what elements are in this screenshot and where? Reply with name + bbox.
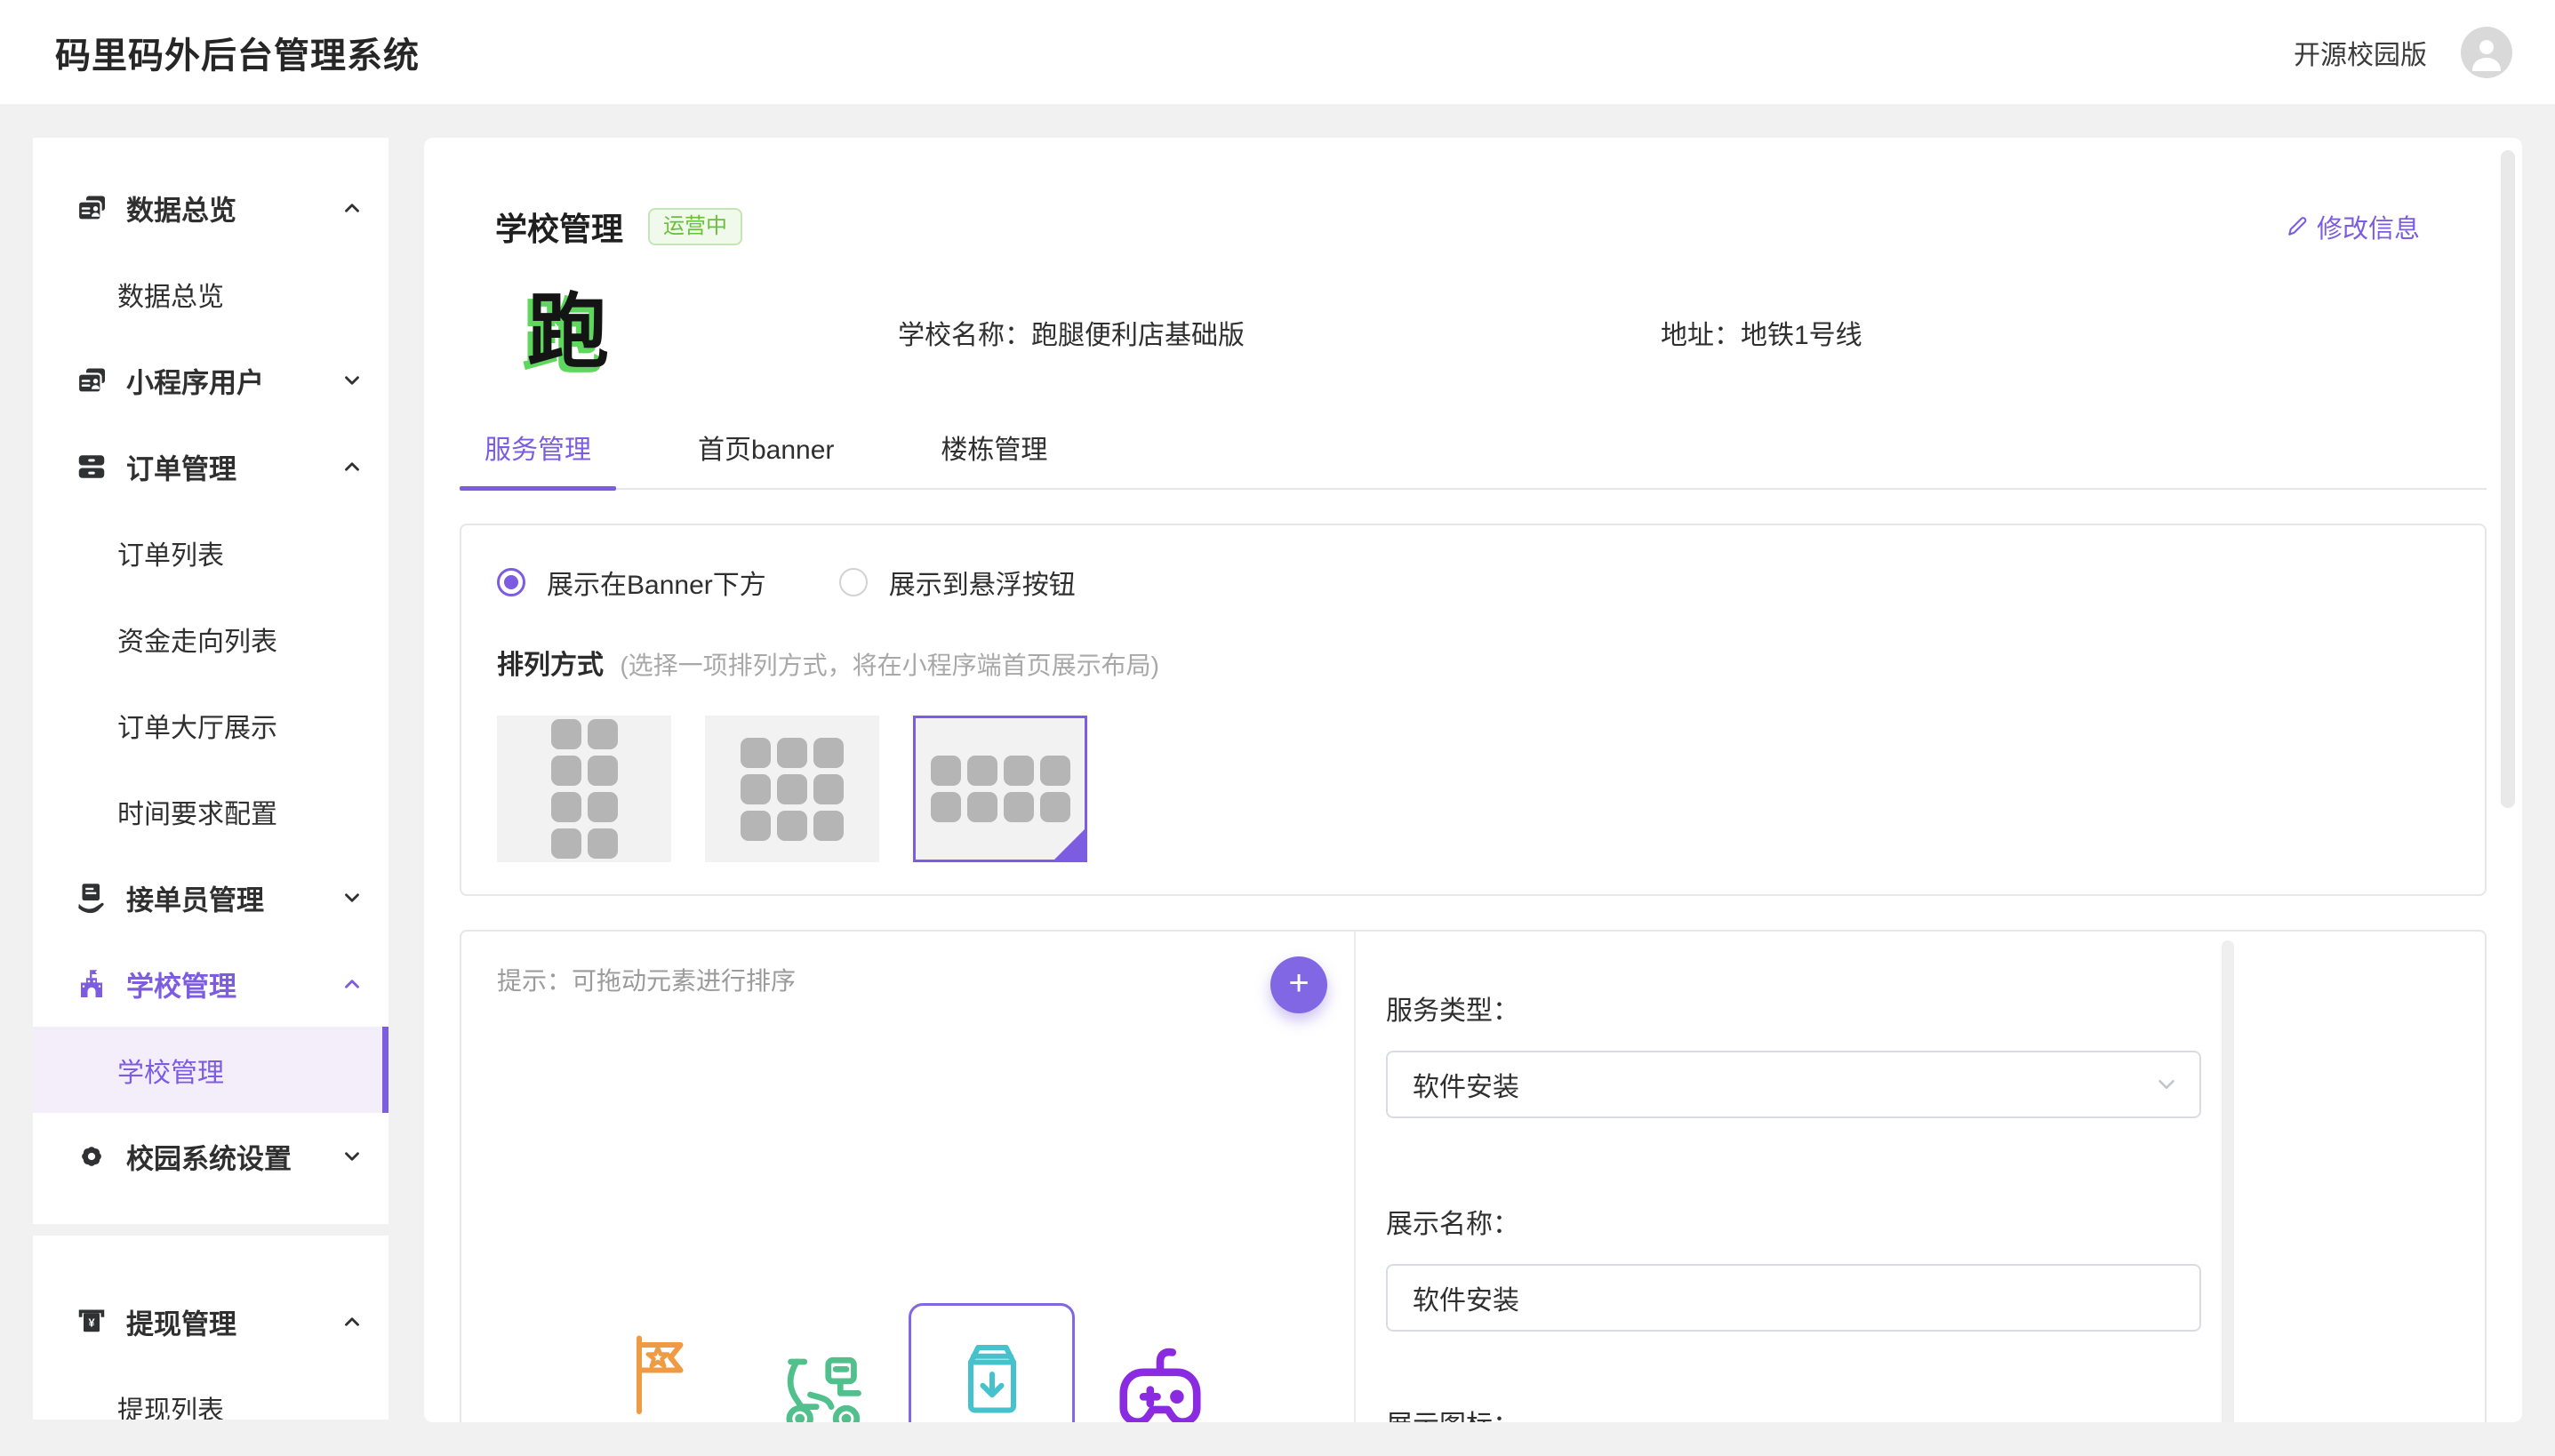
service-sort-section: 提示：可拖动元素进行排序 + 服务类型： 软件安装 展示名称： 软件安装 展示图… [460,930,2487,1422]
sidebar: 数据总览 数据总览 小程序用户 订单管理 订单列表 资金走向列表 订单大厅展示 … [33,138,388,1420]
display-name-input[interactable]: 软件安装 [1386,1264,2201,1332]
sidebar-item-campus-settings[interactable]: 校园系统设置 [33,1113,388,1199]
sidebar-subitem-order-list[interactable]: 订单列表 [33,509,388,596]
sidebar-spacer [33,1199,388,1224]
hand-document-icon [76,882,108,914]
layout-mode-hint: (选择一项排列方式，将在小程序端首页展示布局) [620,652,1159,679]
school-icon [76,968,108,1000]
sidebar-spacer [33,1236,388,1278]
edition-label: 开源校园版 [2294,33,2427,72]
service-type-select[interactable]: 软件安装 [1386,1051,2201,1118]
main-content: 学校管理 运营中 修改信息 跑 学校名称：跑腿便利店基础版 地址：地铁1号线 服… [424,138,2522,1422]
school-address: 地址：地铁1号线 [1661,313,1862,352]
school-logo: 跑 [525,289,612,376]
sidebar-item-data-overview[interactable]: 数据总览 [33,164,388,251]
scooter-icon[interactable] [774,1342,870,1422]
service-form-pane: 服务类型： 软件安装 展示名称： 软件安装 展示图标： [1356,932,2485,1422]
sidebar-item-order-management[interactable]: 订单管理 [33,423,388,509]
tab-bar: 服务管理 首页banner 楼栋管理 [460,428,2487,490]
radio-floating-button[interactable] [839,568,868,596]
layout-option-2col[interactable] [497,716,671,862]
form-scrollbar[interactable] [2222,940,2234,1422]
add-service-button[interactable]: + [1270,956,1327,1013]
status-badge: 运营中 [648,208,742,245]
chevron-down-icon [340,369,364,392]
sidebar-item-school-management[interactable]: 学校管理 [33,940,388,1027]
chevron-up-icon [340,196,364,220]
id-card-icon [76,364,108,396]
sidebar-subitem-order-hall[interactable]: 订单大厅展示 [33,682,388,768]
sidebar-subitem-time-config[interactable]: 时间要求配置 [33,768,388,854]
drag-hint: 提示：可拖动元素进行排序 [497,962,1354,997]
chevron-down-icon [340,1145,364,1168]
display-icon-label: 展示图标： [1386,1403,2485,1422]
drag-sort-pane: 提示：可拖动元素进行排序 + [461,932,1356,1422]
chevron-up-icon [340,455,364,478]
flag-icon[interactable] [618,1332,703,1417]
radio-banner-below[interactable] [497,568,525,596]
topbar: 码里码外后台管理系统 开源校园版 [0,0,2555,104]
service-type-label: 服务类型： [1386,988,2485,1028]
layout-option-3col[interactable] [705,716,879,862]
person-icon [2465,31,2508,74]
select-caret-icon [2153,1071,2180,1098]
selected-service-frame[interactable] [909,1303,1075,1422]
school-name: 学校名称：跑腿便利店基础版 [898,313,1245,352]
chevron-up-icon [340,972,364,996]
layout-option-4col[interactable] [913,716,1087,862]
sidebar-subitem-school-management[interactable]: 学校管理 [33,1027,388,1113]
grid-2col-preview [551,719,618,859]
app-title: 码里码外后台管理系统 [55,27,420,78]
drawer-icon [76,451,108,483]
tab-building-management[interactable]: 楼栋管理 [916,428,1072,488]
sidebar-subitem-data-overview[interactable]: 数据总览 [33,251,388,337]
pencil-icon [2285,214,2310,239]
tab-home-banner[interactable]: 首页banner [673,428,859,488]
id-card-icon [76,192,108,224]
grid-3col-preview [741,738,844,841]
grid-4col-preview [931,756,1070,822]
sidebar-item-courier-management[interactable]: 接单员管理 [33,854,388,940]
sidebar-item-withdraw-management[interactable]: 提现管理 [33,1278,388,1364]
page-title: 学校管理 [495,204,623,250]
withdraw-icon [76,1306,108,1338]
radio-banner-below-label[interactable]: 展示在Banner下方 [547,563,766,602]
edit-info-link[interactable]: 修改信息 [2285,208,2420,245]
sidebar-subitem-withdraw-list[interactable]: 提现列表 [33,1364,388,1420]
box-download-icon [949,1334,1035,1420]
main-scrollbar[interactable] [2501,150,2515,808]
radio-floating-button-label[interactable]: 展示到悬浮按钮 [889,563,1076,602]
chevron-down-icon [340,886,364,909]
sidebar-subitem-funds-flow[interactable]: 资金走向列表 [33,596,388,682]
user-avatar[interactable] [2461,27,2512,78]
chevron-up-icon [340,1310,364,1333]
display-options-section: 展示在Banner下方 展示到悬浮按钮 排列方式 (选择一项排列方式，将在小程序… [460,524,2487,896]
gamepad-icon[interactable] [1111,1339,1209,1422]
display-name-label: 展示名称： [1386,1202,2485,1241]
sidebar-divider [33,1224,388,1236]
layout-mode-label: 排列方式 [497,651,604,680]
gear-icon [76,1140,108,1172]
sidebar-item-miniprogram-users[interactable]: 小程序用户 [33,337,388,423]
tab-service-management[interactable]: 服务管理 [460,428,616,488]
